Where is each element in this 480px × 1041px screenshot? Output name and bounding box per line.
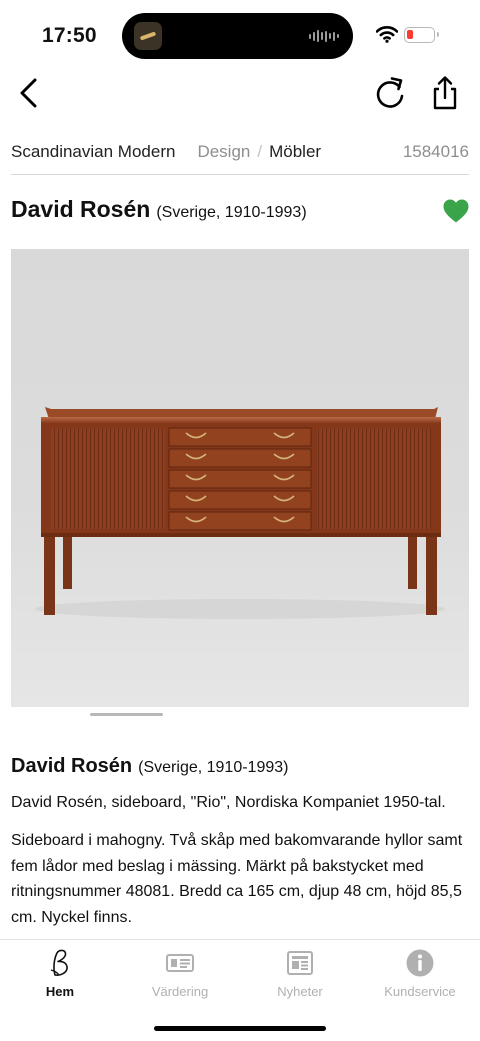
details-artist-name[interactable]: David Rosén bbox=[11, 755, 132, 778]
audio-wave-icon bbox=[309, 30, 339, 42]
tab-bar: Hem Värdering Nyheter Kundservice bbox=[0, 939, 480, 1041]
item-description: Sideboard i mahogny. Två skåp med bakomv… bbox=[11, 832, 463, 926]
sideboard-illustration bbox=[35, 407, 445, 619]
home-logo-icon bbox=[50, 949, 68, 976]
details-heading: David Rosén (Sverige, 1910-1993) bbox=[11, 755, 288, 778]
tab-label-kundservice: Kundservice bbox=[384, 984, 456, 999]
wifi-icon bbox=[376, 26, 398, 43]
item-summary: David Rosén, sideboard, "Rio", Nordiska … bbox=[11, 794, 446, 811]
dynamic-island bbox=[122, 13, 353, 59]
breadcrumb-category[interactable]: Scandinavian Modern bbox=[11, 142, 175, 162]
breadcrumb-section[interactable]: Design bbox=[197, 142, 250, 162]
now-playing-app-icon bbox=[134, 22, 162, 50]
reload-icon[interactable] bbox=[372, 74, 408, 112]
tab-nyheter[interactable]: Nyheter bbox=[240, 948, 360, 1002]
artist-heading: David Rosén (Sverige, 1910-1993) bbox=[11, 196, 307, 223]
artist-meta: (Sverige, 1910-1993) bbox=[156, 204, 307, 221]
top-nav bbox=[0, 70, 480, 120]
status-bar: 17:50 bbox=[0, 0, 480, 70]
tab-vardering[interactable]: Värdering bbox=[120, 948, 240, 1002]
product-image[interactable] bbox=[11, 249, 469, 707]
breadcrumb-subsection[interactable]: Möbler bbox=[269, 142, 321, 162]
tab-label-hem: Hem bbox=[45, 984, 75, 999]
info-icon bbox=[406, 949, 434, 977]
tab-kundservice[interactable]: Kundservice bbox=[360, 948, 480, 1002]
breadcrumb-separator: / bbox=[257, 142, 263, 161]
tab-label-nyheter: Nyheter bbox=[277, 984, 323, 999]
artist-name[interactable]: David Rosén bbox=[11, 196, 150, 223]
breadcrumb: Scandinavian Modern Design / Möbler 1584… bbox=[11, 140, 469, 164]
share-icon[interactable] bbox=[428, 74, 462, 112]
tab-hem[interactable]: Hem bbox=[0, 948, 120, 1002]
chevron-left-icon[interactable] bbox=[14, 76, 46, 110]
image-pager-indicator bbox=[90, 713, 163, 716]
tab-label-vardering: Värdering bbox=[151, 984, 209, 999]
details-artist-meta: (Sverige, 1910-1993) bbox=[138, 759, 289, 776]
status-time: 17:50 bbox=[42, 24, 97, 47]
lot-number: 1584016 bbox=[402, 142, 469, 161]
divider bbox=[11, 174, 469, 175]
heart-icon[interactable] bbox=[442, 198, 470, 224]
home-indicator[interactable] bbox=[154, 1026, 326, 1031]
battery-icon bbox=[404, 27, 439, 43]
news-icon bbox=[287, 951, 313, 975]
valuation-icon bbox=[166, 954, 194, 972]
